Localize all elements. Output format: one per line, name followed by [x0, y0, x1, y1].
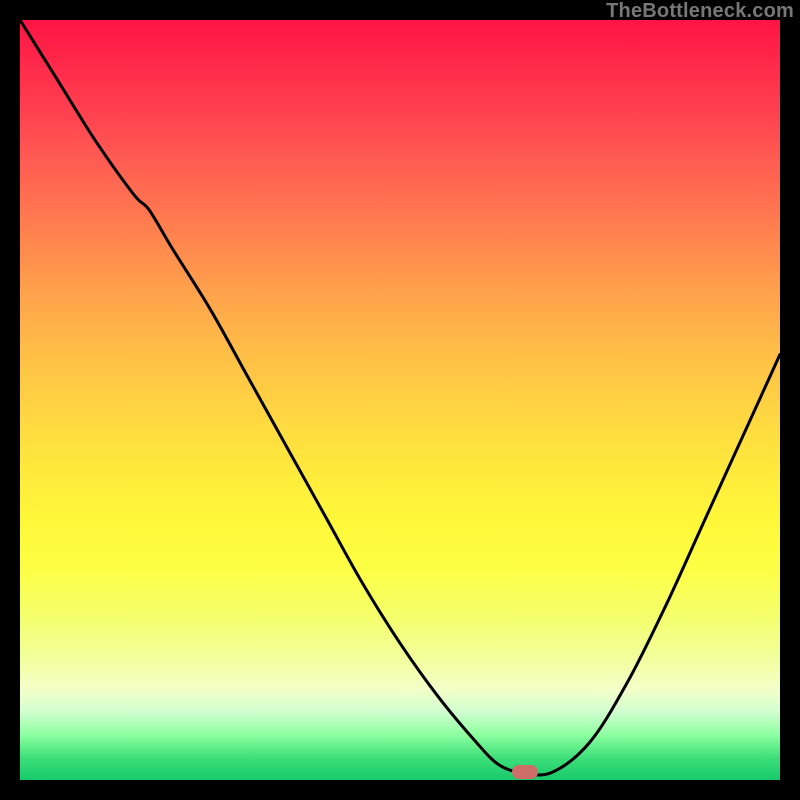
watermark-text: TheBottleneck.com — [606, 0, 794, 23]
bottleneck-marker — [512, 765, 538, 779]
plot-area — [20, 20, 780, 780]
chart-frame: TheBottleneck.com — [0, 0, 800, 800]
curve-path — [20, 20, 780, 775]
bottleneck-curve — [20, 20, 780, 780]
